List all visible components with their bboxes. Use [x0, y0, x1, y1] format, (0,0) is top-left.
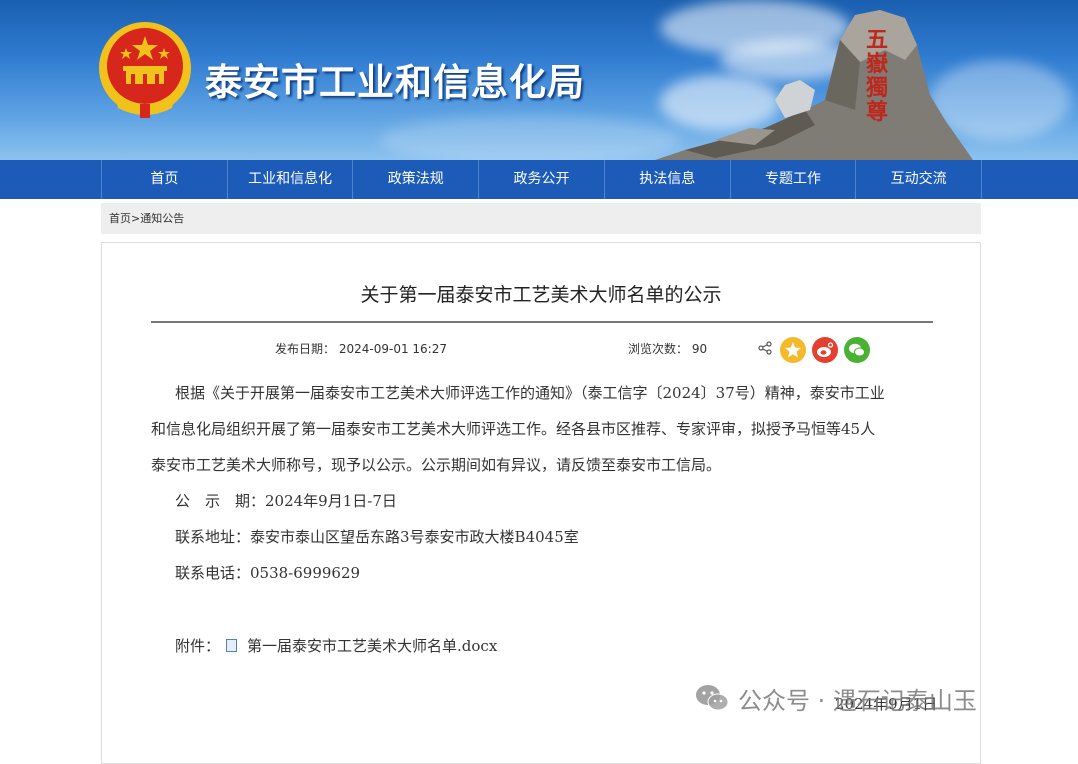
- wechat-watermark-icon: [696, 685, 729, 711]
- nav-item-home[interactable]: 首页: [102, 160, 228, 199]
- publish-date-label: 发布日期：: [275, 342, 336, 356]
- wechat-icon[interactable]: [844, 337, 870, 363]
- body-line-1: 根据《关于开展第一届泰安市工艺美术大师评选工作的通知》（泰工信字〔2024〕37…: [175, 384, 885, 402]
- contact-phone: 联系电话：0538-6999629: [175, 564, 361, 582]
- view-count: 浏览次数： 90: [628, 340, 707, 357]
- view-count-label: 浏览次数：: [628, 342, 689, 356]
- share-icon[interactable]: [758, 341, 772, 355]
- attachment-link[interactable]: 第一届泰安市工艺美术大师名单.docx: [247, 637, 497, 655]
- national-emblem-icon: [99, 22, 191, 118]
- breadcrumb-home-link[interactable]: 首页: [109, 212, 131, 225]
- header-banner: 泰安市工业和信息化局 五嶽獨尊: [0, 0, 1078, 160]
- breadcrumb-separator: >: [131, 212, 141, 225]
- watermark-text: 公众号 · 遇石记泰山玉: [738, 686, 977, 715]
- main-nav: 首页 工业和信息化 政策法规 政务公开 执法信息 专题工作 互动交流: [0, 160, 1078, 199]
- nav-item-interaction[interactable]: 互动交流: [856, 160, 983, 199]
- mount-tai-rock-image: [655, 10, 973, 160]
- qzone-icon[interactable]: [780, 337, 806, 363]
- nav-item-policies[interactable]: 政策法规: [353, 160, 480, 199]
- attachment-row: 附件： 第一届泰安市工艺美术大师名单.docx: [175, 635, 497, 656]
- body-line-2: 和信息化局组织开展了第一届泰安市工艺美术大师评选工作。经各县市区推荐、专家评审，…: [151, 420, 876, 438]
- breadcrumb: 首页>通知公告: [101, 203, 981, 234]
- nav-item-special-topics[interactable]: 专题工作: [731, 160, 857, 199]
- rock-inscription: 五嶽獨尊: [865, 27, 888, 125]
- publicity-period: 公 示 期：2024年9月1日-7日: [175, 492, 397, 510]
- contact-address: 联系地址：泰安市泰山区望岳东路3号泰安市政大楼B4045室: [175, 528, 579, 546]
- wechat-watermark: 公众号 · 遇石记泰山玉: [694, 680, 977, 716]
- view-count-value: 90: [691, 342, 708, 356]
- attachment-label: 附件：: [175, 637, 221, 655]
- nav-item-industry-informatization[interactable]: 工业和信息化: [228, 160, 354, 199]
- article-title: 关于第一届泰安市工艺美术大师名单的公示: [360, 284, 722, 306]
- title-divider: [151, 321, 933, 323]
- nav-item-government-affairs[interactable]: 政务公开: [479, 160, 605, 199]
- document-icon: [226, 639, 238, 652]
- body-line-3: 泰安市工艺美术大师称号，现予以公示。公示期间如有异议，请反馈至泰安市工信局。: [151, 456, 722, 474]
- publish-date-value: 2024-09-01 16:27: [338, 342, 447, 356]
- nav-item-enforcement[interactable]: 执法信息: [605, 160, 731, 199]
- weibo-icon[interactable]: [812, 337, 838, 363]
- publish-date: 发布日期： 2024-09-01 16:27: [275, 340, 447, 357]
- breadcrumb-current-link[interactable]: 通知公告: [140, 212, 184, 225]
- article-body: 根据《关于开展第一届泰安市工艺美术大师评选工作的通知》（泰工信字〔2024〕37…: [151, 375, 933, 591]
- site-title: 泰安市工业和信息化局: [205, 61, 585, 104]
